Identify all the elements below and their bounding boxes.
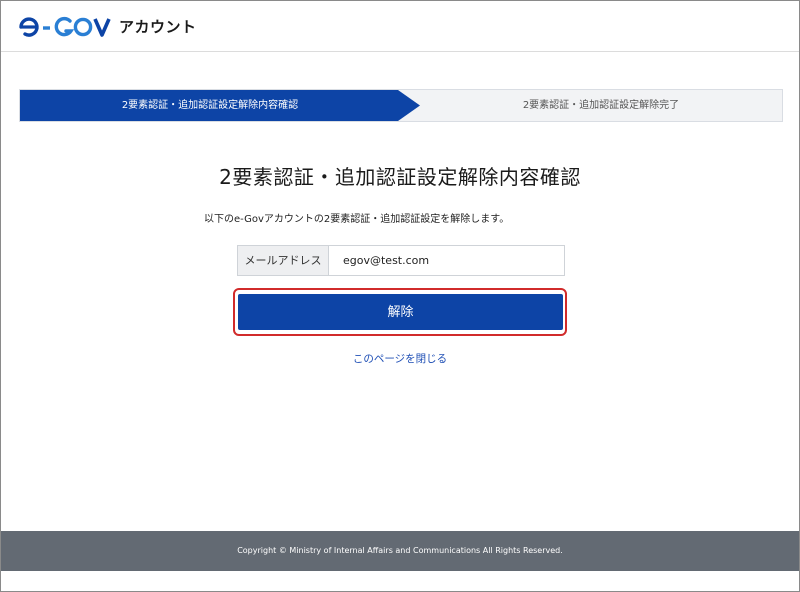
email-label: メールアドレス — [238, 246, 329, 275]
copyright-text: Copyright © Ministry of Internal Affairs… — [237, 546, 563, 555]
progress-stepper: 2要素認証・追加認証設定解除内容確認 2要素認証・追加認証設定解除完了 — [19, 89, 783, 122]
step-complete-label: 2要素認証・追加認証設定解除完了 — [522, 100, 680, 111]
step-confirm: 2要素認証・追加認証設定解除内容確認 — [20, 90, 420, 121]
logo-subtitle: アカウント — [119, 18, 197, 36]
egov-logo-mark — [19, 16, 111, 37]
email-value: egov@test.com — [343, 254, 430, 267]
site-footer: Copyright © Ministry of Internal Affairs… — [1, 531, 799, 571]
bottom-strip — [1, 571, 799, 591]
egov-logo[interactable] — [19, 14, 113, 40]
email-display-row: メールアドレス egov@test.com — [237, 245, 565, 276]
page-title: 2要素認証・追加認証設定解除内容確認 — [219, 165, 581, 189]
browser-frame: アカウント 2要素認証・追加認証設定解除内容確認 2要素認証・追加認証設定解除完… — [0, 0, 800, 592]
release-button[interactable]: 解除 — [238, 294, 563, 330]
site-header: アカウント — [1, 1, 799, 52]
description-text: 以下のe-Govアカウントの2要素認証・追加認証設定を解除します。 — [204, 214, 510, 225]
close-page-link[interactable]: このページを閉じる — [1, 351, 799, 366]
step-confirm-label: 2要素認証・追加認証設定解除内容確認 — [121, 100, 299, 111]
